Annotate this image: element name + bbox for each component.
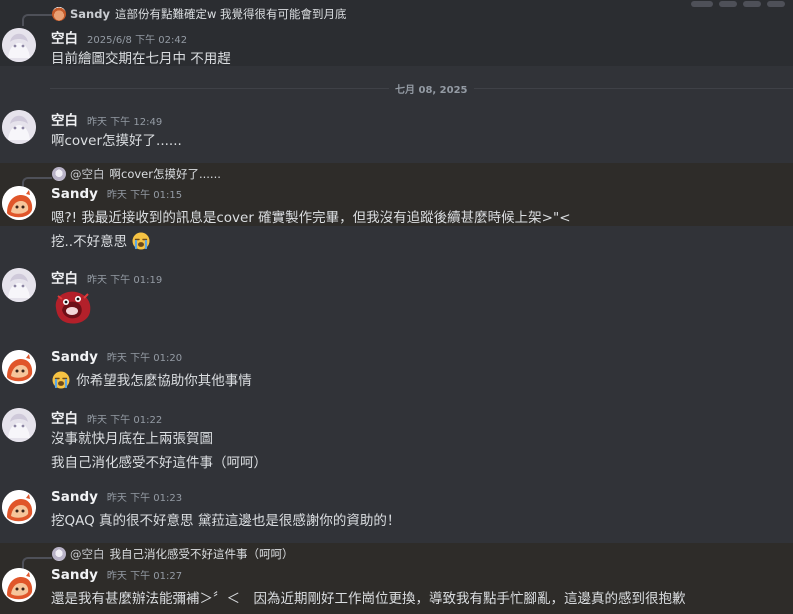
timestamp[interactable]: 昨天 下午 01:22 — [87, 411, 162, 426]
message-text: 目前繪圖交期在七月中 不用趕 — [51, 51, 231, 67]
message-text-with-emoji: 你希望我怎麼協助你其他事情 — [51, 369, 252, 389]
reply-preview[interactable]: @空白 我自己消化感受不好這件事（呵呵） — [52, 545, 294, 563]
message-header: Sandy 昨天 下午 01:20 — [51, 349, 182, 365]
timestamp[interactable]: 昨天 下午 01:15 — [107, 186, 182, 201]
avatar[interactable] — [2, 186, 36, 220]
avatar[interactable] — [2, 28, 36, 62]
reply-connector — [22, 14, 52, 26]
reply-author[interactable]: Sandy — [70, 7, 110, 21]
avatar[interactable] — [2, 268, 36, 302]
message-header: Sandy 昨天 下午 01:23 — [51, 489, 182, 505]
timestamp[interactable]: 昨天 下午 01:23 — [107, 489, 182, 504]
message-text: 啊cover怎摸好了...... — [51, 133, 182, 149]
message-text: 我自己消化感受不好這件事（呵呵） — [51, 455, 267, 471]
message-text: 沒事就快月底在上兩張賀圖 — [51, 431, 213, 447]
reply-connector — [22, 557, 52, 569]
message-text: 還是我有甚麼辦法能彌補＞〞＜ 因為近期剛好工作崗位更換，導致我有點手忙腳亂，這邊… — [51, 591, 686, 607]
date-divider-label: 七月 08, 2025 — [389, 81, 474, 96]
timestamp[interactable]: 昨天 下午 12:49 — [87, 113, 162, 128]
reply-avatar — [52, 547, 66, 561]
message-header: 空白 昨天 下午 12:49 — [51, 109, 162, 129]
message-text: 你希望我怎麼協助你其他事情 — [76, 373, 252, 389]
author-name[interactable]: 空白 — [51, 407, 78, 427]
message-header: Sandy 昨天 下午 01:27 — [51, 567, 182, 583]
reply-avatar — [52, 167, 66, 181]
author-name[interactable]: Sandy — [51, 349, 98, 365]
message-text: 挖QAQ 真的很不好意思 黛菈這邊也是很感謝你的資助的！ — [51, 513, 401, 529]
author-name[interactable]: 空白 — [51, 109, 78, 129]
author-name[interactable]: 空白 — [51, 27, 78, 47]
message-header: 空白 昨天 下午 01:19 — [51, 267, 162, 287]
avatar[interactable] — [2, 490, 36, 524]
timestamp[interactable]: 昨天 下午 01:27 — [107, 567, 182, 582]
avatar[interactable] — [2, 568, 36, 602]
avatar[interactable] — [2, 110, 36, 144]
avatar[interactable] — [2, 408, 36, 442]
chat-message-list: Sandy 這部份有點難確定w 我覺得很有可能會到月底 空白 2025/6/8 … — [0, 0, 793, 614]
message-header: 空白 昨天 下午 01:22 — [51, 407, 162, 427]
message-header: 空白 2025/6/8 下午 02:42 — [51, 27, 187, 47]
timestamp[interactable]: 昨天 下午 01:20 — [107, 349, 182, 364]
loudly-crying-face-icon — [52, 371, 70, 389]
timestamp[interactable]: 昨天 下午 01:19 — [87, 271, 162, 286]
reply-text: 我自己消化感受不好這件事（呵呵） — [109, 547, 294, 561]
author-name[interactable]: 空白 — [51, 267, 78, 287]
loudly-crying-face-icon — [132, 232, 150, 250]
author-name[interactable]: Sandy — [51, 489, 98, 505]
author-name[interactable]: Sandy — [51, 186, 98, 202]
reply-avatar — [52, 7, 66, 21]
reply-mention[interactable]: @空白 — [70, 546, 105, 562]
timestamp[interactable]: 2025/6/8 下午 02:42 — [87, 31, 187, 46]
reply-text: 啊cover怎摸好了...... — [109, 167, 221, 181]
reply-preview[interactable]: @空白 啊cover怎摸好了...... — [52, 165, 221, 183]
message-header: Sandy 昨天 下午 01:15 — [51, 186, 182, 202]
reply-text: 這部份有點難確定w 我覺得很有可能會到月底 — [114, 7, 347, 21]
message-text: 挖..不好意思 — [51, 234, 128, 250]
reply-preview[interactable]: Sandy 這部份有點難確定w 我覺得很有可能會到月底 — [52, 5, 347, 23]
sticker-red-creature-icon[interactable] — [52, 288, 94, 326]
message-actions-toolbar[interactable] — [655, 0, 793, 8]
message-text-with-emoji: 挖..不好意思 — [51, 230, 152, 250]
author-name[interactable]: Sandy — [51, 567, 98, 583]
avatar[interactable] — [2, 350, 36, 384]
message-text: 嗯?! 我最近接收到的訊息是cover 確實製作完畢，但我沒有追蹤後續甚麼時候上… — [51, 210, 571, 226]
reply-mention[interactable]: @空白 — [70, 166, 105, 182]
